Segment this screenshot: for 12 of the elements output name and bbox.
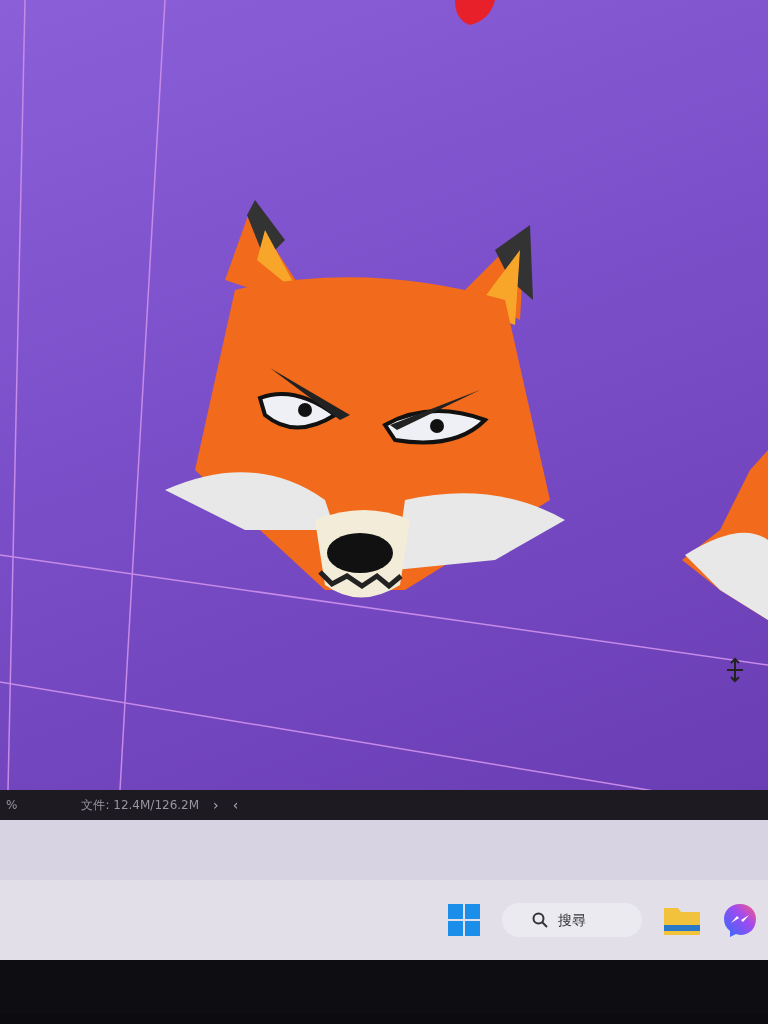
folder-icon[interactable]	[664, 905, 700, 935]
file-size-info: 文件: 12.4M/126.2M	[81, 796, 200, 814]
resize-cursor-icon	[726, 657, 744, 683]
search-icon	[532, 912, 548, 928]
previous-arrow[interactable]: ‹	[232, 797, 239, 813]
windows-start-icon[interactable]	[448, 904, 480, 936]
next-arrow[interactable]: ›	[213, 797, 219, 813]
zoom-level: %	[6, 798, 18, 812]
paint-blob	[455, 0, 495, 25]
search-input[interactable]: 搜尋	[556, 911, 610, 929]
search-field[interactable]: 搜尋	[502, 903, 642, 937]
messenger-icon[interactable]	[722, 902, 758, 938]
